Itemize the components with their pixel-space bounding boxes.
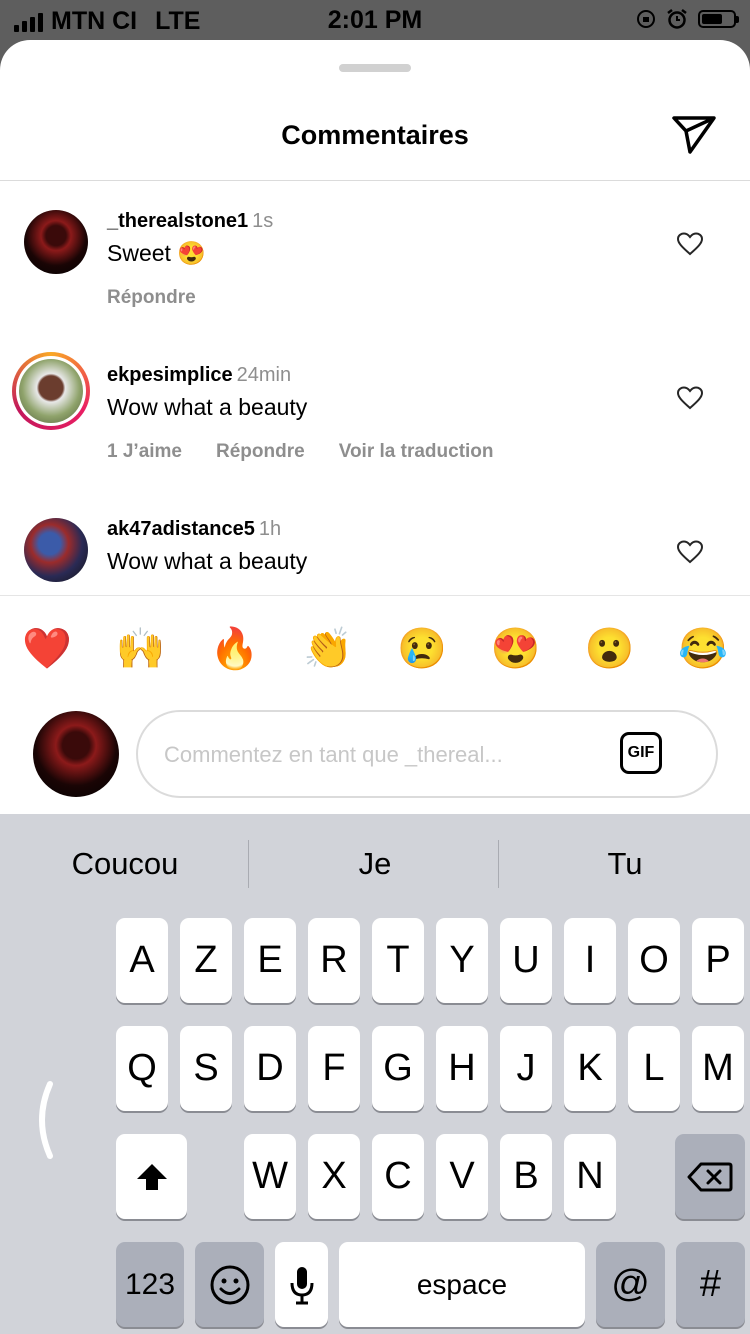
emoji-bar-divider [0, 595, 750, 596]
suggestion-divider [498, 840, 499, 888]
heart-eyes-emoji: 😍 [177, 240, 206, 266]
fire-emoji-button[interactable]: 🔥 [204, 625, 264, 672]
status-right [636, 8, 739, 30]
heart-eyes-emoji-button[interactable]: 😍 [486, 625, 546, 672]
like-heart-icon[interactable] [677, 386, 703, 410]
key-c[interactable]: C [372, 1134, 424, 1219]
key-m[interactable]: M [692, 1026, 744, 1111]
emoji-icon [210, 1265, 249, 1304]
delete-key[interactable] [675, 1134, 745, 1219]
comment-input-placeholder: Commentez en tant que _thereal... [164, 742, 503, 767]
keyboard: Coucou Je Tu AZERTYUIOP QSDFGHJKLM WXCVBN 1… [0, 814, 750, 1334]
chevron-left-icon[interactable] [26, 1080, 56, 1160]
alarm-icon [667, 9, 687, 29]
comment-username[interactable]: ak47adistance5 [107, 518, 255, 540]
comment-username[interactable]: _therealstone1 [107, 210, 248, 232]
key-p[interactable]: P [692, 918, 744, 1003]
suggestion-1[interactable]: Coucou [0, 846, 250, 882]
see-translation-button[interactable]: Voir la traduction [339, 441, 494, 463]
status-bar: MTN CI LTE 2:01 PM [0, 0, 750, 40]
comment-text: Sweet 😍 [107, 240, 206, 267]
shift-key[interactable] [116, 1134, 187, 1219]
gif-button[interactable]: GIF [620, 732, 662, 774]
laughing-emoji-button[interactable]: 😂 [673, 625, 733, 672]
comment-body: Sweet [107, 240, 171, 266]
comment-username[interactable]: ekpesimplice [107, 364, 233, 386]
page-title: Commentaires [281, 120, 469, 150]
emoji-keyboard-key[interactable] [195, 1242, 264, 1327]
key-u[interactable]: U [500, 918, 552, 1003]
suggestion-2[interactable]: Je [250, 846, 500, 882]
key-d[interactable]: D [244, 1026, 296, 1111]
quick-emoji-bar: ❤️ 🙌 🔥 👏 😢 😍 😮 😂 [0, 625, 750, 672]
clapping-emoji-button[interactable]: 👏 [298, 625, 358, 672]
key-f[interactable]: F [308, 1026, 360, 1111]
key-a[interactable]: A [116, 918, 168, 1003]
comment-item: ekpesimplice 24min Wow what a beauty 1 J’… [0, 334, 750, 484]
backspace-icon [687, 1162, 733, 1191]
comment-header: _therealstone1 1s [107, 210, 273, 233]
key-q[interactable]: Q [116, 1026, 168, 1111]
comment-item: _therealstone1 1s Sweet 😍 Répondre [0, 180, 750, 330]
avatar[interactable] [24, 210, 88, 274]
avatar-story-ring[interactable] [12, 352, 90, 430]
space-key[interactable]: espace [339, 1242, 585, 1327]
comment-time: 24min [236, 364, 292, 386]
key-g[interactable]: G [372, 1026, 424, 1111]
orientation-lock-icon [637, 10, 655, 28]
sheet-drag-handle[interactable] [339, 64, 411, 72]
suggestion-bar: Coucou Je Tu [0, 814, 750, 914]
key-y[interactable]: Y [436, 918, 488, 1003]
key-j[interactable]: J [500, 1026, 552, 1111]
comment-time: 1h [258, 518, 282, 540]
comment-header: ak47adistance5 1h [107, 518, 281, 541]
comment-body: Wow what a beauty [107, 548, 308, 574]
comment-body: Wow what a beauty [107, 394, 308, 420]
key-v[interactable]: V [436, 1134, 488, 1219]
avatar[interactable] [24, 518, 88, 582]
comment-actions: 1 J’aime Répondre Voir la traduction [107, 441, 494, 463]
reply-button[interactable]: Répondre [216, 441, 305, 463]
my-avatar [33, 711, 119, 797]
key-w[interactable]: W [244, 1134, 296, 1219]
likes-count-button[interactable]: 1 J’aime [107, 441, 182, 463]
like-heart-icon[interactable] [677, 540, 703, 564]
key-o[interactable]: O [628, 918, 680, 1003]
key-i[interactable]: I [564, 918, 616, 1003]
key-e[interactable]: E [244, 918, 296, 1003]
comment-header: ekpesimplice 24min [107, 364, 291, 387]
suggestion-divider [248, 840, 249, 888]
avatar [19, 359, 83, 423]
key-t[interactable]: T [372, 918, 424, 1003]
key-r[interactable]: R [308, 918, 360, 1003]
numbers-key[interactable]: 123 [116, 1242, 184, 1327]
key-k[interactable]: K [564, 1026, 616, 1111]
suggestion-3[interactable]: Tu [500, 846, 750, 882]
like-heart-icon[interactable] [677, 232, 703, 256]
key-l[interactable]: L [628, 1026, 680, 1111]
comments-sheet: Commentaires _therealstone1 1s Sweet 😍 Ré… [0, 40, 750, 814]
key-h[interactable]: H [436, 1026, 488, 1111]
key-n[interactable]: N [564, 1134, 616, 1219]
heart-emoji-button[interactable]: ❤️ [17, 625, 77, 672]
comment-actions: Répondre [107, 287, 196, 309]
shift-icon [136, 1163, 167, 1190]
crying-emoji-button[interactable]: 😢 [392, 625, 452, 672]
key-s[interactable]: S [180, 1026, 232, 1111]
battery-icon [698, 10, 739, 28]
microphone-icon [290, 1266, 313, 1304]
key-b[interactable]: B [500, 1134, 552, 1219]
comment-item: ak47adistance5 1h Wow what a beauty [0, 488, 750, 595]
comment-input[interactable]: Commentez en tant que _thereal... GIF [136, 710, 718, 798]
key-z[interactable]: Z [180, 918, 232, 1003]
at-key[interactable]: @ [596, 1242, 665, 1327]
reply-button[interactable]: Répondre [107, 287, 196, 309]
dictation-key[interactable] [275, 1242, 328, 1327]
comment-time: 1s [252, 210, 274, 232]
send-icon[interactable] [670, 112, 718, 156]
key-x[interactable]: X [308, 1134, 360, 1219]
raising-hands-emoji-button[interactable]: 🙌 [111, 625, 171, 672]
surprised-emoji-button[interactable]: 😮 [579, 625, 639, 672]
hash-key[interactable]: # [676, 1242, 745, 1327]
